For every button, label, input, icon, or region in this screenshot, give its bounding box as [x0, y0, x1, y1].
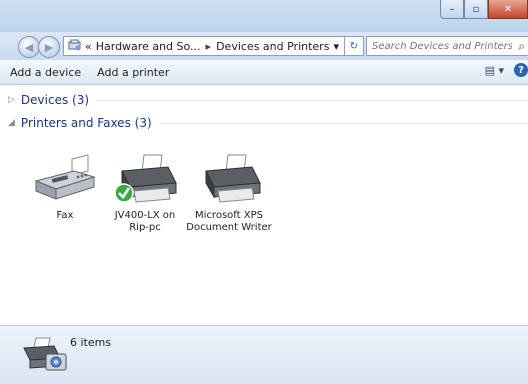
group-devices[interactable]: ▷ Devices (3): [8, 93, 528, 107]
title-bar: – ▫ ✕: [0, 0, 528, 32]
collapse-arrow-icon[interactable]: ◢: [8, 118, 15, 128]
device-jv400[interactable]: JV400-LX on Rip-pc: [100, 153, 190, 234]
window-controls: – ▫ ✕: [440, 0, 528, 20]
toolbar-right: ▤ ▾ ?: [485, 63, 528, 77]
printer-icon: [114, 154, 177, 203]
help-icon[interactable]: ?: [514, 63, 528, 77]
device-fax-label: Fax: [56, 210, 74, 221]
breadcrumb-hardware[interactable]: Hardware and So...: [96, 40, 201, 53]
control-panel-icon: [68, 39, 82, 54]
breadcrumb-separator-icon[interactable]: ▸: [206, 40, 212, 53]
device-xps-writer[interactable]: Microsoft XPS Document Writer: [184, 153, 274, 234]
search-input[interactable]: [367, 39, 514, 53]
refresh-button[interactable]: ↻: [344, 36, 364, 56]
address-bar[interactable]: « Hardware and So... ▸ Devices and Print…: [63, 36, 345, 56]
back-button[interactable]: ◀: [18, 36, 40, 58]
breadcrumb-devices-printers[interactable]: Devices and Printers: [216, 40, 329, 53]
fax-icon: [34, 154, 96, 200]
device-xps-label-line2: Document Writer: [186, 222, 272, 233]
breadcrumb-overflow-button[interactable]: «: [85, 40, 92, 53]
command-bar: Add a device Add a printer ▤ ▾ ?: [0, 60, 528, 85]
device-xps-label-line1: Microsoft XPS: [195, 210, 263, 221]
navigation-bar: ◀ ▶ « Hardware and So... ▸ Devices and P…: [0, 32, 528, 60]
device-jv400-label-line2: Rip-pc: [129, 222, 161, 233]
devices-printers-icon: [23, 337, 67, 371]
printer-icon: [205, 154, 261, 203]
item-count: 6 items: [70, 336, 112, 349]
refresh-icon: ↻: [349, 40, 359, 52]
address-dropdown-icon[interactable]: ▾: [333, 40, 339, 53]
device-jv400-label-line1: JV400-LX on: [114, 210, 176, 221]
group-printers-label: Printers and Faxes (3): [20, 116, 152, 130]
back-arrow-icon: ◀: [24, 40, 34, 54]
search-box[interactable]: ⌕: [366, 36, 528, 56]
add-device-button[interactable]: Add a device: [10, 66, 81, 79]
maximize-button[interactable]: ▫: [464, 0, 488, 19]
expand-arrow-icon[interactable]: ▷: [8, 95, 15, 105]
search-icon[interactable]: ⌕: [518, 39, 525, 54]
device-fax[interactable]: Fax: [20, 153, 110, 222]
divider: [97, 99, 528, 101]
forward-arrow-icon: ▶: [44, 40, 54, 54]
add-printer-button[interactable]: Add a printer: [97, 66, 169, 79]
close-button[interactable]: ✕: [488, 0, 528, 19]
forward-button[interactable]: ▶: [38, 36, 60, 58]
details-pane: 6 items: [0, 325, 528, 384]
items-view: ▷ Devices (3) ◢ Printers and Faxes (3) F…: [0, 85, 528, 325]
minimize-button[interactable]: –: [440, 0, 464, 19]
change-view-icon[interactable]: ▤ ▾: [485, 64, 504, 77]
group-devices-label: Devices (3): [20, 93, 90, 107]
group-printers-faxes[interactable]: ◢ Printers and Faxes (3): [8, 116, 528, 130]
divider: [159, 122, 528, 124]
